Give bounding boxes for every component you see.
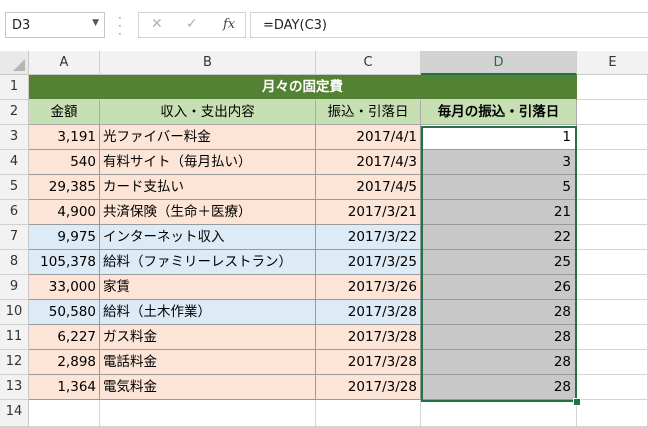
row-header[interactable]: 12 bbox=[0, 350, 29, 375]
name-box-value: D3 bbox=[12, 18, 31, 33]
header-cell[interactable]: 金額 bbox=[29, 100, 100, 125]
amount-cell[interactable]: 1,364 bbox=[29, 375, 100, 400]
header-cell[interactable]: 毎月の振込・引落日 bbox=[421, 100, 577, 125]
item-cell[interactable]: カード支払い bbox=[100, 175, 316, 200]
date-cell[interactable]: 2017/3/21 bbox=[316, 200, 421, 225]
empty-cell[interactable] bbox=[421, 400, 577, 427]
day-cell[interactable]: 25 bbox=[421, 250, 577, 275]
empty-cell[interactable] bbox=[577, 125, 648, 150]
empty-cell[interactable] bbox=[577, 225, 648, 250]
amount-cell[interactable]: 105,378 bbox=[29, 250, 100, 275]
date-cell[interactable]: 2017/4/5 bbox=[316, 175, 421, 200]
item-cell[interactable]: 給料（ファミリーレストラン） bbox=[100, 250, 316, 275]
amount-cell[interactable]: 50,580 bbox=[29, 300, 100, 325]
row-header[interactable]: 4 bbox=[0, 150, 29, 175]
empty-cell[interactable] bbox=[577, 200, 648, 225]
item-cell[interactable]: 有料サイト（毎月払い） bbox=[100, 150, 316, 175]
date-cell[interactable]: 2017/3/28 bbox=[316, 350, 421, 375]
day-cell[interactable]: 1 bbox=[421, 125, 577, 150]
date-cell[interactable]: 2017/4/1 bbox=[316, 125, 421, 150]
row-header[interactable]: 2 bbox=[0, 100, 29, 125]
day-cell[interactable]: 28 bbox=[421, 325, 577, 350]
item-cell[interactable]: 給料（土木作業） bbox=[100, 300, 316, 325]
date-cell[interactable]: 2017/3/22 bbox=[316, 225, 421, 250]
amount-cell[interactable]: 6,227 bbox=[29, 325, 100, 350]
item-cell[interactable]: 共済保険（生命＋医療） bbox=[100, 200, 316, 225]
date-cell[interactable]: 2017/3/28 bbox=[316, 300, 421, 325]
row-header[interactable]: 6 bbox=[0, 200, 29, 225]
column-header-b[interactable]: B bbox=[100, 51, 316, 75]
date-cell[interactable]: 2017/3/25 bbox=[316, 250, 421, 275]
item-cell[interactable]: 光ファイバー料金 bbox=[100, 125, 316, 150]
amount-cell[interactable]: 540 bbox=[29, 150, 100, 175]
item-cell[interactable]: 家賃 bbox=[100, 275, 316, 300]
day-cell[interactable]: 3 bbox=[421, 150, 577, 175]
amount-cell[interactable]: 9,975 bbox=[29, 225, 100, 250]
column-header-c[interactable]: C bbox=[316, 51, 421, 75]
amount-cell[interactable]: 3,191 bbox=[29, 125, 100, 150]
amount-cell[interactable]: 33,000 bbox=[29, 275, 100, 300]
amount-cell[interactable]: 29,385 bbox=[29, 175, 100, 200]
header-cell[interactable]: 振込・引落日 bbox=[316, 100, 421, 125]
name-box[interactable]: D3 ▼ bbox=[5, 12, 105, 38]
vertical-dots-icon[interactable]: · · · bbox=[118, 12, 122, 40]
item-cell[interactable]: ガス料金 bbox=[100, 325, 316, 350]
empty-cell[interactable] bbox=[577, 325, 648, 350]
fill-handle[interactable] bbox=[573, 398, 581, 406]
item-cell[interactable]: 電気料金 bbox=[100, 375, 316, 400]
column-header-d[interactable]: D bbox=[421, 51, 577, 75]
empty-cell[interactable] bbox=[577, 300, 648, 325]
empty-cell[interactable] bbox=[577, 375, 648, 400]
empty-cell[interactable] bbox=[577, 350, 648, 375]
empty-cell[interactable] bbox=[316, 400, 421, 427]
empty-cell[interactable] bbox=[577, 250, 648, 275]
chevron-down-icon[interactable]: ▼ bbox=[92, 18, 99, 28]
column-header-a[interactable]: A bbox=[29, 51, 100, 75]
row-header[interactable]: 1 bbox=[0, 75, 29, 100]
cancel-icon[interactable]: ✕ bbox=[151, 16, 163, 32]
empty-cell[interactable] bbox=[577, 400, 648, 427]
row-header[interactable]: 8 bbox=[0, 250, 29, 275]
row-header[interactable]: 9 bbox=[0, 275, 29, 300]
header-cell[interactable]: 収入・支出内容 bbox=[100, 100, 316, 125]
item-cell[interactable]: インターネット収入 bbox=[100, 225, 316, 250]
row-header[interactable]: 13 bbox=[0, 375, 29, 400]
date-cell[interactable]: 2017/3/28 bbox=[316, 325, 421, 350]
empty-cell[interactable] bbox=[29, 400, 100, 427]
day-cell[interactable]: 28 bbox=[421, 350, 577, 375]
formula-buttons: ✕ ✓ fx bbox=[138, 12, 246, 38]
row-header[interactable]: 11 bbox=[0, 325, 29, 350]
day-cell[interactable]: 26 bbox=[421, 275, 577, 300]
day-cell[interactable]: 5 bbox=[421, 175, 577, 200]
row-header[interactable]: 14 bbox=[0, 400, 29, 427]
amount-cell[interactable]: 4,900 bbox=[29, 200, 100, 225]
select-all-corner[interactable] bbox=[0, 51, 29, 75]
empty-cell[interactable] bbox=[100, 400, 316, 427]
empty-cell[interactable] bbox=[577, 275, 648, 300]
date-cell[interactable]: 2017/4/3 bbox=[316, 150, 421, 175]
row-header[interactable]: 10 bbox=[0, 300, 29, 325]
amount-cell[interactable]: 2,898 bbox=[29, 350, 100, 375]
item-cell[interactable]: 電話料金 bbox=[100, 350, 316, 375]
formula-bar: D3 ▼ · · · ✕ ✓ fx =DAY(C3) bbox=[0, 0, 648, 51]
row-header[interactable]: 7 bbox=[0, 225, 29, 250]
date-cell[interactable]: 2017/3/26 bbox=[316, 275, 421, 300]
formula-input[interactable]: =DAY(C3) bbox=[250, 12, 648, 38]
formula-text: =DAY(C3) bbox=[263, 18, 327, 33]
day-cell[interactable]: 22 bbox=[421, 225, 577, 250]
insert-function-icon[interactable]: fx bbox=[223, 17, 235, 32]
enter-icon[interactable]: ✓ bbox=[186, 16, 198, 32]
day-cell[interactable]: 21 bbox=[421, 200, 577, 225]
title-cell[interactable]: 月々の固定費 bbox=[29, 75, 577, 100]
day-cell[interactable]: 28 bbox=[421, 300, 577, 325]
row-header[interactable]: 5 bbox=[0, 175, 29, 200]
empty-cell[interactable] bbox=[577, 150, 648, 175]
date-cell[interactable]: 2017/3/28 bbox=[316, 375, 421, 400]
row-header[interactable]: 3 bbox=[0, 125, 29, 150]
day-cell[interactable]: 28 bbox=[421, 375, 577, 400]
column-header-e[interactable]: E bbox=[577, 51, 648, 75]
empty-cell[interactable] bbox=[577, 100, 648, 125]
empty-cell[interactable] bbox=[577, 75, 648, 100]
empty-cell[interactable] bbox=[577, 175, 648, 200]
